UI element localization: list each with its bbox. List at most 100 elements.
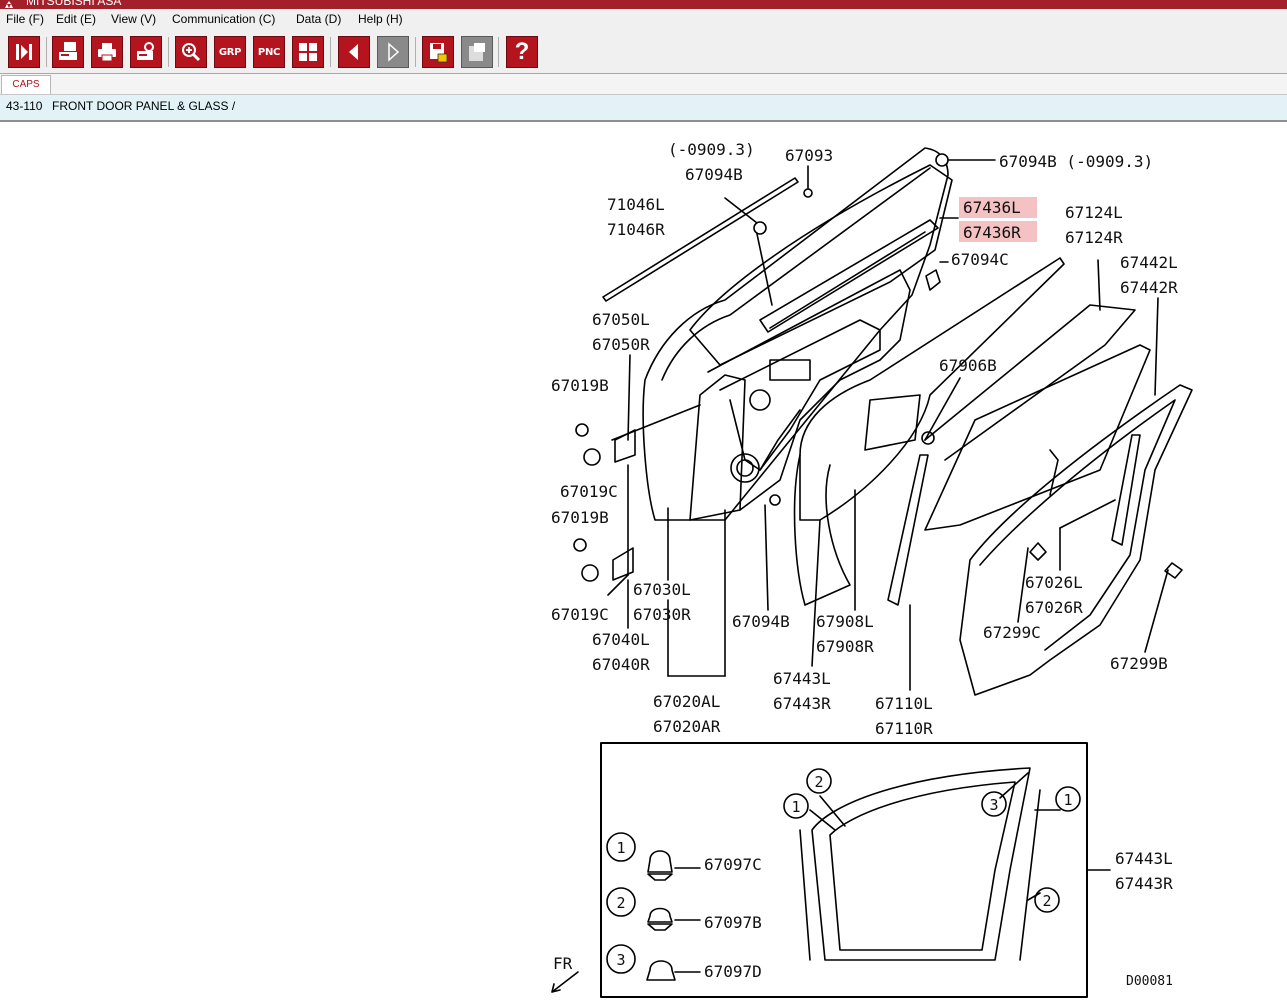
arrow-left-icon (349, 44, 358, 60)
part-label-67020AL[interactable]: 67020AL (653, 692, 720, 711)
previous-button[interactable] (338, 36, 370, 68)
toolbar-separator (46, 37, 47, 67)
save-button[interactable] (422, 36, 454, 68)
toolbar-separator (168, 37, 169, 67)
part-label-67908L[interactable]: 67908L (816, 612, 874, 631)
help-icon: ? (514, 38, 530, 65)
grid-icon (299, 43, 317, 61)
part-label-67097D[interactable]: 67097D (704, 962, 762, 981)
part-label-67094B-date[interactable]: 67094B (-0909.3) (999, 152, 1153, 171)
part-label-67299C[interactable]: 67299C (983, 623, 1041, 642)
toolbar-separator (498, 37, 499, 67)
menu-file[interactable]: File (F) (6, 12, 44, 26)
part-label-67020AR[interactable]: 67020AR (653, 717, 721, 736)
grid-view-button[interactable] (292, 36, 324, 68)
part-label-67050R[interactable]: 67050R (592, 335, 650, 354)
part-label-67040R[interactable]: 67040R (592, 655, 650, 674)
callout-number: 3 (616, 951, 625, 969)
part-label-67906B[interactable]: 67906B (939, 356, 997, 375)
part-label-67094B-lower[interactable]: 67094B (732, 612, 790, 631)
menu-data[interactable]: Data (D) (296, 12, 341, 26)
page-title: FRONT DOOR PANEL & GLASS / (52, 99, 236, 113)
part-label-67436L[interactable]: 67436L (963, 198, 1021, 217)
part-label-67019C-lower[interactable]: 67019C (551, 605, 609, 624)
export-button[interactable] (461, 36, 493, 68)
print-setup-button[interactable] (130, 36, 162, 68)
part-label-67094B[interactable]: 67094B (685, 165, 743, 184)
part-label-67030R[interactable]: 67030R (633, 605, 691, 624)
arrow-right-icon (388, 42, 400, 62)
part-label-67110L[interactable]: 67110L (875, 694, 933, 713)
tab-strip: CAPS (0, 74, 1287, 95)
part-label-67442L[interactable]: 67442L (1120, 253, 1178, 272)
print-button[interactable] (91, 36, 123, 68)
toolbar-separator (415, 37, 416, 67)
callout-number: 1 (791, 798, 800, 816)
print-preview-icon (59, 42, 77, 60)
print-magnify-icon (137, 42, 154, 60)
part-label-67443L-inset[interactable]: 67443L (1115, 849, 1173, 868)
menu-help[interactable]: Help (H) (358, 12, 403, 26)
part-label-67050L[interactable]: 67050L (592, 310, 650, 329)
menu-edit[interactable]: Edit (E) (56, 12, 96, 26)
app-title: MITSUBISHI ASA (26, 0, 122, 8)
pnc-button[interactable]: PNC (253, 36, 285, 68)
part-label-67442R[interactable]: 67442R (1120, 278, 1178, 297)
callout-number: 1 (1063, 791, 1072, 809)
part-label-67443L[interactable]: 67443L (773, 669, 831, 688)
part-label-71046R[interactable]: 71046R (607, 220, 665, 239)
callout-number: 2 (1042, 892, 1051, 910)
title-bar: MITSUBISHI ASA (0, 0, 1287, 9)
part-label-67299B[interactable]: 67299B (1110, 654, 1168, 673)
part-label-67019B[interactable]: 67019B (551, 376, 609, 395)
parts-diagram-canvas: (-0909.3) 67093 67094B 67094B (-0909.3) … (0, 123, 1287, 1005)
part-label-67097C[interactable]: 67097C (704, 855, 762, 874)
zoom-in-icon (182, 43, 201, 62)
part-label-67040L[interactable]: 67040L (592, 630, 650, 649)
front-direction-label: FR (553, 954, 573, 973)
callout-number: 3 (989, 796, 998, 814)
part-label-67908R[interactable]: 67908R (816, 637, 874, 656)
help-button[interactable]: ? (506, 36, 538, 68)
part-label-67094C[interactable]: 67094C (951, 250, 1009, 269)
callout-number: 2 (814, 773, 823, 791)
breadcrumb: 43-110 FRONT DOOR PANEL & GLASS / (0, 95, 1287, 122)
drawing-id: D00081 (1126, 974, 1173, 989)
part-label-67443R[interactable]: 67443R (773, 694, 831, 713)
export-icon (469, 43, 485, 61)
part-label-67436R[interactable]: 67436R (963, 223, 1021, 242)
section-code: 43-110 (6, 99, 43, 113)
menu-view[interactable]: View (V) (111, 12, 156, 26)
part-label-67026R[interactable]: 67026R (1025, 598, 1083, 617)
print-preview-button[interactable] (52, 36, 84, 68)
menu-communication[interactable]: Communication (C) (172, 12, 275, 26)
part-label-67124R[interactable]: 67124R (1065, 228, 1123, 247)
part-label-67019B-lower[interactable]: 67019B (551, 508, 609, 527)
part-label-date-range: (-0909.3) (668, 140, 755, 159)
callout-number: 2 (616, 894, 625, 912)
zoom-button[interactable] (175, 36, 207, 68)
part-label-67097B[interactable]: 67097B (704, 913, 762, 932)
part-label-71046L[interactable]: 71046L (607, 195, 665, 214)
grp-button[interactable]: GRP (214, 36, 246, 68)
part-label-67019C[interactable]: 67019C (560, 482, 618, 501)
grp-label: GRP (218, 46, 242, 58)
toolbar-separator (330, 37, 331, 67)
part-label-67030L[interactable]: 67030L (633, 580, 691, 599)
pnc-label: PNC (257, 46, 281, 58)
part-label-67026L[interactable]: 67026L (1025, 573, 1083, 592)
part-label-67093[interactable]: 67093 (785, 146, 833, 165)
menu-bar: File (F) Edit (E) View (V) Communication… (0, 9, 1287, 32)
next-button[interactable] (377, 36, 409, 68)
mitsubishi-logo-icon (5, 1, 13, 8)
printer-icon (98, 43, 116, 62)
tab-caps[interactable]: CAPS (1, 75, 51, 94)
front-door-parts-diagram: (-0909.3) 67093 67094B 67094B (-0909.3) … (551, 140, 1193, 998)
part-label-67443R-inset[interactable]: 67443R (1115, 874, 1173, 893)
part-label-67110R[interactable]: 67110R (875, 719, 933, 738)
part-label-67124L[interactable]: 67124L (1065, 203, 1123, 222)
exit-button[interactable] (8, 36, 40, 68)
toolbar: GRP PNC ? (0, 31, 1287, 74)
save-disk-icon (430, 43, 448, 63)
exit-icon (16, 44, 32, 60)
